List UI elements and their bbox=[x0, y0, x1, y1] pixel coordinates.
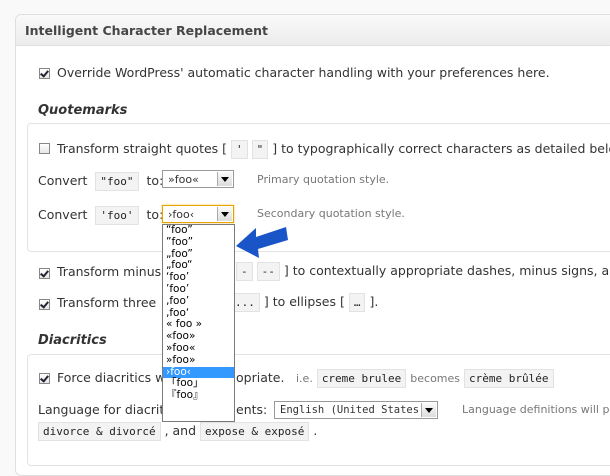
secondary-quote-select[interactable]: ›foo‹ bbox=[162, 205, 234, 223]
quote-option[interactable]: »foo» bbox=[163, 354, 234, 367]
force-diacritics-label-b: opriate. bbox=[236, 370, 285, 385]
secondary-to-label: to: bbox=[146, 207, 164, 222]
diacritic-examples-row: divorce & divorcé , and expose & exposé … bbox=[38, 422, 317, 441]
ellipses-codes: ... ] to ellipses [ … ]. bbox=[230, 293, 378, 312]
ellipses-suffix: ]. bbox=[369, 294, 379, 309]
quote-option[interactable]: »foo« bbox=[163, 342, 234, 355]
double-hyphen-code: -- bbox=[256, 262, 280, 281]
diacritic-result-code: crème brûlée bbox=[464, 369, 554, 388]
language-value: English (United States) bbox=[280, 404, 426, 416]
straight-double-quote-code: " bbox=[251, 140, 269, 159]
override-checkbox[interactable] bbox=[39, 68, 50, 79]
quotemarks-title: Quotemarks bbox=[38, 103, 128, 118]
dashes-codes: - -- ] to contextually appropriate dashe… bbox=[236, 262, 610, 281]
expose-code: expose & exposé bbox=[200, 422, 310, 441]
ellipsis-code: … bbox=[348, 293, 366, 312]
force-diacritics-checkbox[interactable] bbox=[39, 373, 50, 384]
transform-quotes-checkbox[interactable] bbox=[39, 143, 50, 154]
language-label-a: Language for diacrit bbox=[38, 402, 165, 417]
secondary-quote-options-list[interactable]: “foo” ”foo” „foo” „foo“ ‘foo’’foo’ ‚foo’ ‚foo‘… bbox=[162, 224, 235, 422]
chevron-down-icon bbox=[217, 172, 232, 186]
primary-convert-label: Convert bbox=[38, 173, 88, 188]
transform-dashes-label: Transform minus bbox=[57, 264, 162, 279]
primary-description: Primary quotation style. bbox=[257, 173, 390, 186]
primary-source-code: "foo" bbox=[95, 172, 139, 191]
primary-to-label: to: bbox=[146, 173, 164, 188]
secondary-convert-label: Convert bbox=[38, 207, 88, 222]
secondary-quote-value: ›foo‹ bbox=[168, 208, 195, 221]
force-diacritics-label-a: Force diacritics w bbox=[57, 370, 166, 385]
quote-option[interactable]: ‚foo’ bbox=[163, 295, 234, 308]
diacritics-example-row: i.e. creme brulee becomes crème brûlée bbox=[296, 369, 554, 388]
override-label: Override WordPress' automatic character … bbox=[57, 65, 550, 80]
chevron-down-icon bbox=[217, 207, 232, 221]
chevron-down-icon bbox=[421, 403, 436, 417]
examples-end: . bbox=[313, 423, 318, 438]
ie-label: i.e. bbox=[296, 372, 313, 385]
panel-header: Intelligent Character Replacement bbox=[16, 15, 610, 46]
transform-dashes-suffix: ] to contextually appropriate dashes, mi… bbox=[283, 263, 610, 278]
primary-quote-select[interactable]: »foo« bbox=[162, 170, 234, 188]
divorce-code: divorce & divorcé bbox=[38, 422, 161, 441]
transform-ellipses-label: Transform three bbox=[57, 295, 157, 310]
panel-title: Intelligent Character Replacement bbox=[25, 23, 269, 38]
ellipses-middle-text: ] to ellipses [ bbox=[263, 294, 345, 309]
diacritics-title: Diacritics bbox=[38, 333, 107, 348]
quote-option[interactable]: ’foo’ bbox=[163, 283, 234, 296]
quote-option[interactable]: 『foo』 bbox=[163, 389, 234, 402]
primary-quote-value: »foo« bbox=[168, 173, 199, 186]
pointer-arrow-icon bbox=[236, 227, 288, 258]
transform-quotes-prefix: Transform straight quotes [ bbox=[57, 141, 228, 156]
transform-ellipses-checkbox[interactable] bbox=[39, 299, 50, 310]
secondary-convert-row: Convert 'foo' to: bbox=[38, 206, 163, 225]
transform-quotes-label: Transform straight quotes [ ' " ] to typ… bbox=[57, 140, 610, 159]
transform-dashes-checkbox[interactable] bbox=[39, 268, 50, 279]
language-select[interactable]: English (United States) bbox=[274, 401, 438, 419]
transform-quotes-suffix: ] to typographically correct characters … bbox=[272, 141, 610, 156]
hyphen-code: - bbox=[236, 262, 253, 281]
secondary-source-code: 'foo' bbox=[95, 206, 139, 225]
straight-single-quote-code: ' bbox=[231, 140, 248, 159]
language-label-b: ents: bbox=[236, 402, 268, 417]
diacritic-source-code: creme brulee bbox=[316, 369, 407, 388]
examples-separator: , and bbox=[164, 423, 197, 438]
secondary-description: Secondary quotation style. bbox=[257, 207, 405, 220]
quote-option[interactable]: ”foo” bbox=[163, 236, 234, 249]
language-description: Language definitions will p bbox=[462, 403, 610, 416]
becomes-label: becomes bbox=[410, 372, 461, 385]
primary-convert-row: Convert "foo" to: bbox=[38, 172, 163, 191]
